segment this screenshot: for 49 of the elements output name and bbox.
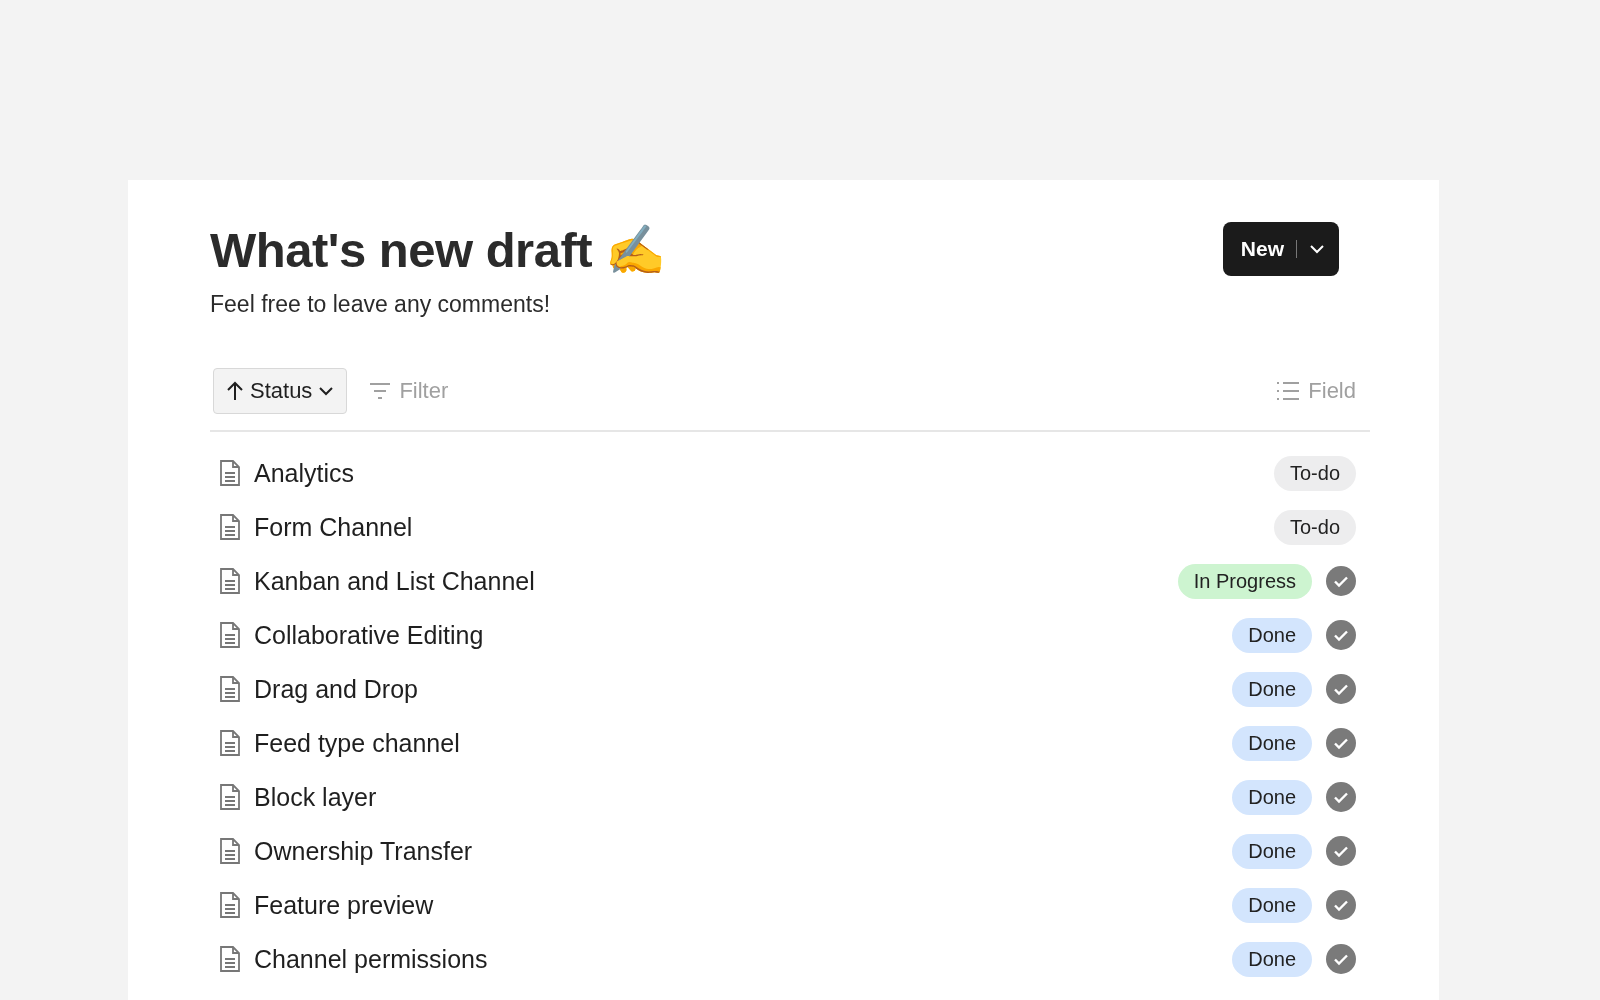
status-tag: To-do xyxy=(1273,509,1356,545)
caret-icon xyxy=(318,386,335,396)
document-icon xyxy=(218,783,242,811)
list-row[interactable]: Block layer Done xyxy=(210,770,1370,824)
list-row[interactable]: Kanban and List Channel In Progress xyxy=(210,554,1370,608)
page-title: What's new draft ✍ xyxy=(210,222,666,279)
list-row[interactable]: Drag and Drop Done xyxy=(210,662,1370,716)
status-tag: Done xyxy=(1232,833,1312,869)
list-row[interactable]: Feature preview Done xyxy=(210,878,1370,932)
row-title: Drag and Drop xyxy=(254,674,419,704)
row-title: Feed type channel xyxy=(254,728,461,758)
document-icon xyxy=(218,945,242,973)
status-tag: Done xyxy=(1232,617,1312,653)
row-title: Channel permissions xyxy=(254,944,489,974)
list-row[interactable]: Ownership Transfer Done xyxy=(210,824,1370,878)
document-icon xyxy=(218,567,242,595)
row-title: Analytics xyxy=(254,458,356,488)
status-tag: Done xyxy=(1232,779,1312,815)
list-row[interactable]: Analytics To-do xyxy=(210,446,1370,500)
list-row[interactable]: Collaborative Editing Done xyxy=(210,608,1370,662)
document-icon xyxy=(218,459,242,487)
document-icon xyxy=(218,891,242,919)
document-icon xyxy=(218,729,242,757)
status-tag: Done xyxy=(1232,671,1312,707)
row-title: Feature preview xyxy=(254,890,435,920)
list-icon xyxy=(1276,381,1301,401)
document-icon xyxy=(218,513,242,541)
caret-icon xyxy=(1309,244,1325,254)
row-title: Ownership Transfer xyxy=(254,836,474,866)
new-button[interactable]: New xyxy=(1222,222,1339,276)
page-description: Feel free to leave any comments! xyxy=(210,291,552,318)
list-row[interactable]: Channel permissions Done xyxy=(210,932,1370,986)
row-title: Kanban and List Channel xyxy=(254,566,536,596)
status-tag: Done xyxy=(1232,725,1312,761)
row-title: Form Channel xyxy=(254,512,414,542)
status-tag: To-do xyxy=(1273,455,1356,491)
row-title: Collaborative Editing xyxy=(254,620,485,650)
status-tag: In Progress xyxy=(1177,563,1312,599)
filter-icon xyxy=(369,382,392,400)
list-row[interactable]: Form Channel To-do xyxy=(210,500,1370,554)
list-row[interactable]: Feed type channel Done xyxy=(210,716,1370,770)
document-icon xyxy=(218,675,242,703)
document-icon xyxy=(218,621,242,649)
row-title: Block layer xyxy=(254,782,378,812)
arrow-up-icon xyxy=(226,381,244,401)
sort-button[interactable]: Status xyxy=(213,368,348,414)
status-tag: Done xyxy=(1232,941,1312,977)
status-tag: Done xyxy=(1232,887,1312,923)
document-icon xyxy=(218,837,242,865)
